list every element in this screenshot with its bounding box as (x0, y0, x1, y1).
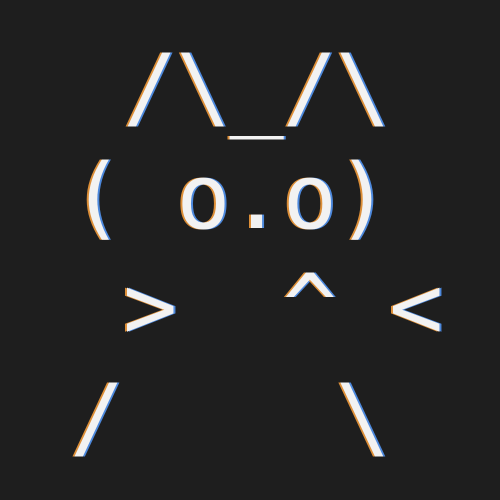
cat-whiskers-line: > ^ < (70, 255, 443, 360)
cat-ears-line: /\_/\ (70, 35, 390, 140)
cat-legs-line: / \ (70, 365, 390, 470)
ascii-canvas: /\_/\( o.o) > ^ < / \ (0, 0, 500, 500)
cat-face-line: ( o.o) (70, 145, 390, 250)
ascii-cat-art: /\_/\( o.o) > ^ < / \ (70, 33, 443, 473)
